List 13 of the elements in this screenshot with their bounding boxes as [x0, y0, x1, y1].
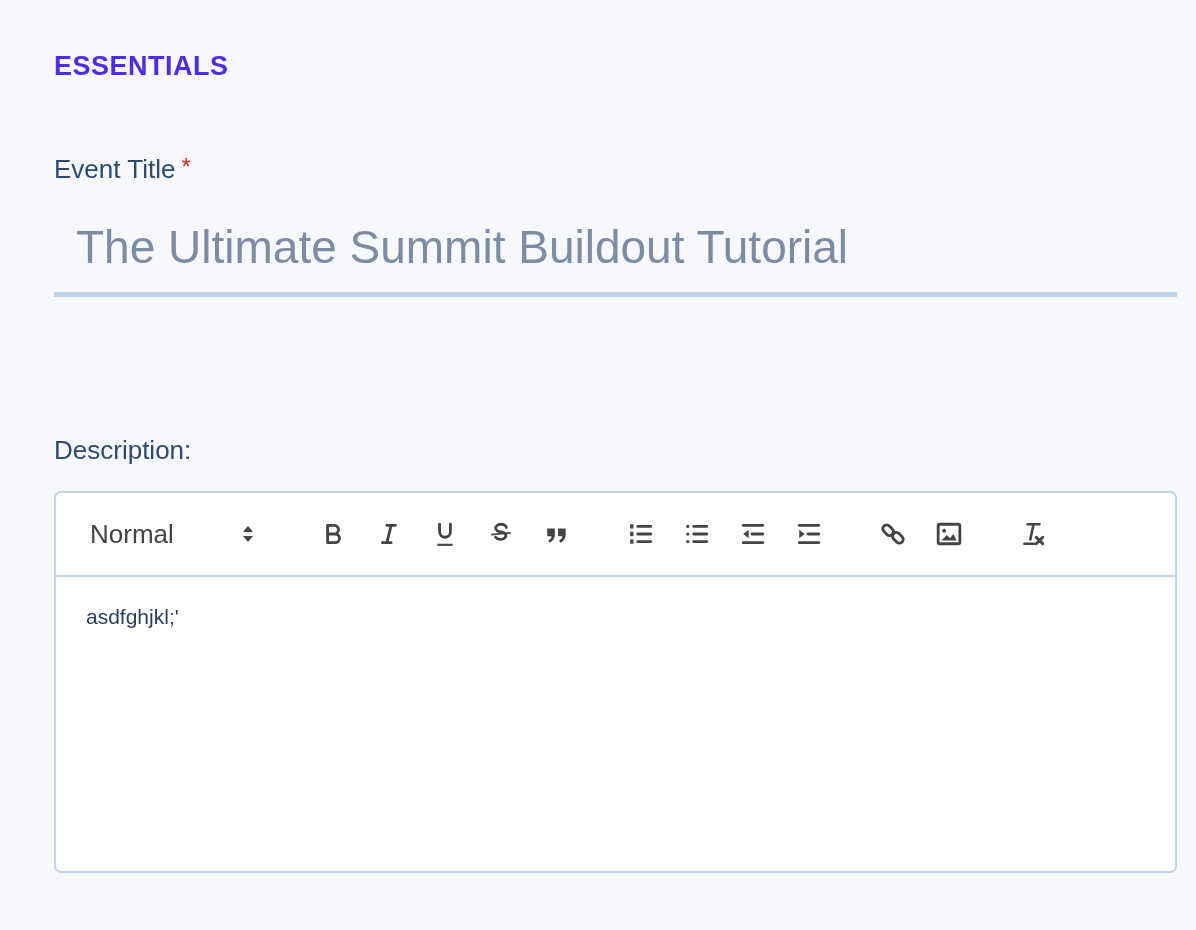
numbered-list-button[interactable] — [628, 521, 654, 547]
required-mark: * — [181, 152, 191, 182]
image-button[interactable] — [936, 521, 962, 547]
link-button[interactable] — [880, 521, 906, 547]
field-label: Description: — [54, 434, 193, 467]
format-dropdown[interactable]: Normal — [90, 518, 290, 550]
clear-formatting-button[interactable] — [1020, 521, 1046, 547]
outdent-button[interactable] — [740, 521, 766, 547]
indent-button[interactable] — [796, 521, 822, 547]
up-down-arrows-icon — [241, 525, 254, 543]
field-label: Event Title — [54, 153, 176, 186]
description-text[interactable]: asdfghjkl;' — [56, 577, 1175, 657]
section-title: ESSENTIALS — [54, 50, 230, 83]
